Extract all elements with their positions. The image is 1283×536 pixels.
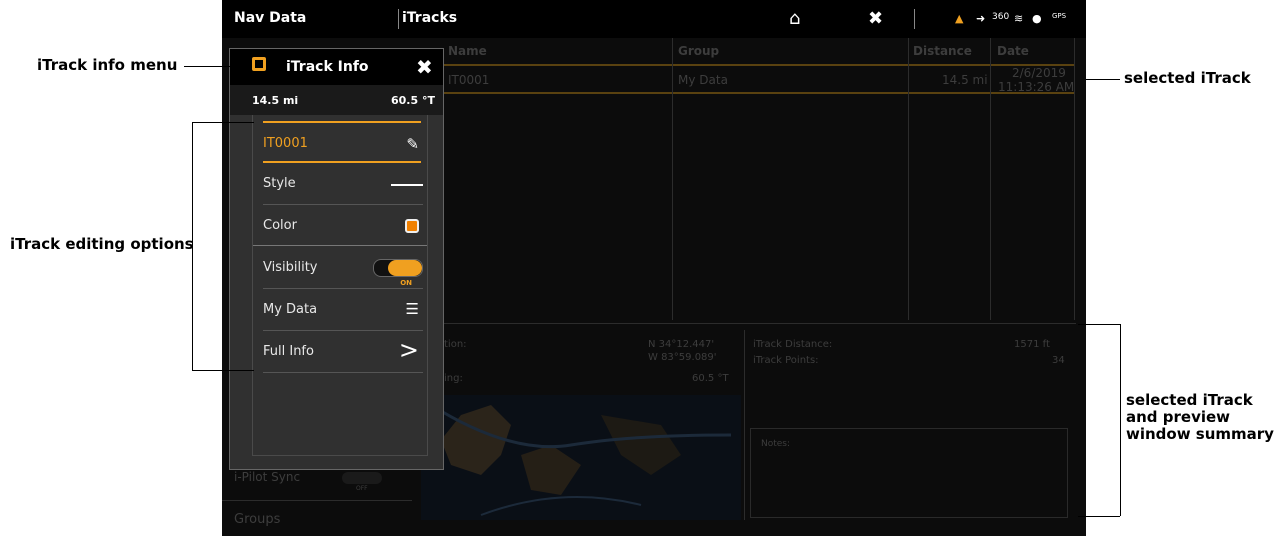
color-swatch-icon (405, 219, 419, 233)
sonar-icon: ≋ (1014, 12, 1024, 25)
color-row[interactable]: Color (263, 205, 423, 247)
panel-distance: 14.5 mi (252, 94, 299, 107)
col-divider (672, 38, 673, 320)
itrack-info-panel: iTrack Info ✖ 14.5 mi 60.5 °T IT0001 ✎ S… (229, 48, 444, 470)
col-divider (908, 38, 909, 320)
line-style-icon (391, 184, 423, 186)
summary-divider (744, 330, 745, 520)
callout-summary-bracket-top (1078, 324, 1120, 325)
itrack-name: IT0001 (263, 136, 308, 151)
row-highlight-top (420, 64, 1074, 66)
list-icon: ☰ (405, 300, 419, 318)
position-label: tion: (444, 339, 467, 350)
header-name: Name (448, 44, 487, 58)
name-row[interactable]: IT0001 ✎ (263, 123, 423, 165)
itrack-distance-value: 1571 ft (1014, 339, 1050, 350)
summary-top-line (412, 323, 1076, 324)
row-divider (263, 372, 423, 373)
panel-bearing: 60.5 °T (391, 94, 435, 107)
visibility-label: Visibility (263, 260, 318, 275)
360-icon: 360 (992, 12, 1010, 22)
bearing-label: ing: (444, 373, 463, 384)
ipilot-toggle-state: OFF (356, 485, 368, 492)
toggle-state: ON (400, 279, 412, 287)
visibility-toggle[interactable]: ON (373, 259, 423, 287)
section-divider (253, 245, 427, 246)
sidebar-divider (222, 500, 412, 501)
gps-icon: ▲ (955, 12, 964, 25)
row-highlight-bottom (420, 92, 1074, 94)
callout-editing-options: iTrack editing options (10, 235, 194, 253)
callout-info-menu-line (184, 66, 250, 67)
ipilot-sync-label: i-Pilot Sync (234, 470, 301, 484)
row-distance: 14.5 mi (942, 73, 988, 87)
position-lat: N 34°12.447' (648, 339, 715, 350)
nav-data-title: Nav Data (234, 10, 307, 26)
panel-title: iTrack Info (286, 59, 369, 75)
panel-header: iTrack Info ✖ (230, 49, 443, 85)
position-lon: W 83°59.089' (648, 352, 717, 363)
row-date: 2/6/2019 (1012, 66, 1066, 80)
row-time: 11:13:26 AM (998, 80, 1075, 94)
panel-summary: 14.5 mi 60.5 °T (230, 85, 443, 115)
callout-summary-line-1: selected iTrack (1126, 391, 1253, 409)
col-divider (1074, 38, 1075, 320)
compass-icon: ● (1032, 12, 1042, 25)
header-date: Date (997, 44, 1029, 58)
callout-bracket-top (192, 122, 254, 123)
edit-options-list: IT0001 ✎ Style Color Visibility ON My Da… (252, 115, 428, 456)
color-label: Color (263, 218, 297, 233)
itrack-points-label: iTrack Points: (753, 355, 819, 366)
row-name[interactable]: IT0001 (448, 73, 489, 87)
panel-close-icon[interactable]: ✖ (416, 55, 433, 79)
header-distance: Distance (913, 44, 972, 58)
itrack-points-value: 34 (1052, 355, 1065, 366)
top-bar: Nav Data iTracks ⌂ ✖ ▲ ➜ 360 ≋ ● GPS (222, 0, 1086, 38)
bearing-value: 60.5 °T (692, 373, 729, 384)
col-divider (990, 38, 991, 320)
header-group: Group (678, 44, 720, 58)
ipilot-sync-toggle[interactable]: OFF (342, 472, 382, 492)
callout-info-menu: iTrack info menu (37, 56, 178, 74)
itrack-distance-label: iTrack Distance: (753, 339, 833, 350)
notes-label: Notes: (761, 439, 791, 449)
preview-map (421, 395, 741, 520)
style-row[interactable]: Style (263, 163, 423, 205)
group-row[interactable]: My Data ☰ (263, 289, 423, 331)
callout-selected-itrack: selected iTrack (1124, 69, 1251, 87)
home-icon[interactable]: ⌂ (789, 8, 800, 29)
callout-summary-line-3: window summary (1126, 425, 1274, 443)
group-label: My Data (263, 302, 318, 317)
title-separator (398, 9, 399, 29)
gps-signal-icon: GPS (1052, 12, 1067, 20)
callout-bracket-bottom (192, 370, 254, 371)
autopilot-icon: ➜ (976, 12, 986, 25)
callout-bracket-vertical (192, 122, 193, 370)
edit-icon[interactable]: ✎ (406, 135, 419, 153)
row-group: My Data (678, 73, 728, 87)
full-info-row[interactable]: Full Info > (263, 331, 423, 373)
callout-summary-bracket-bottom (1078, 516, 1120, 517)
notes-box[interactable]: Notes: (750, 428, 1068, 518)
chevron-right-icon: > (398, 336, 419, 364)
itrack-marker-icon (252, 57, 266, 71)
style-label: Style (263, 176, 296, 191)
groups-label[interactable]: Groups (234, 512, 280, 527)
toggle-knob (388, 260, 422, 276)
visibility-row[interactable]: Visibility ON (263, 247, 423, 289)
map-graphic (430, 403, 732, 516)
callout-summary: selected iTrack and preview window summa… (1126, 392, 1274, 443)
status-separator (914, 9, 915, 29)
callout-summary-line-2: and preview (1126, 408, 1231, 426)
full-info-label: Full Info (263, 344, 314, 359)
close-icon[interactable]: ✖ (868, 8, 883, 29)
callout-selected-line (1086, 79, 1120, 80)
callout-summary-bracket-vertical (1120, 324, 1121, 516)
itracks-title: iTracks (402, 10, 458, 26)
